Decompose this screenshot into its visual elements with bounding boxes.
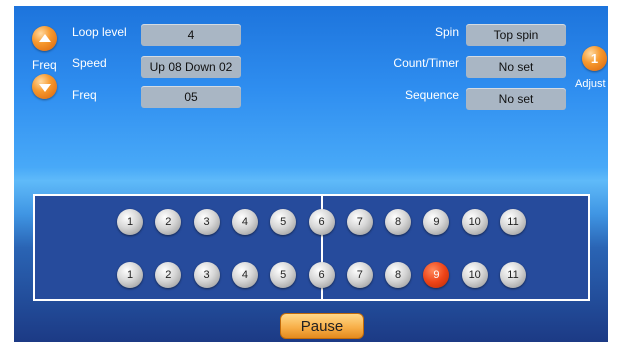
ball-position-button[interactable]: 7 xyxy=(346,262,373,288)
loop-level-label: Loop level xyxy=(72,25,127,39)
arrow-up-icon xyxy=(38,33,51,42)
adjust-button[interactable]: 1 xyxy=(582,46,607,71)
ball-position-button[interactable]: 11 xyxy=(500,262,526,288)
arrow-down-icon xyxy=(38,83,51,92)
spin-field[interactable]: Top spin xyxy=(466,24,566,46)
freq-field[interactable]: 05 xyxy=(141,86,241,108)
sequence-field[interactable]: No set xyxy=(466,88,566,110)
loop-level-field[interactable]: 4 xyxy=(141,24,241,46)
freq-up-button[interactable] xyxy=(32,26,57,51)
ball-position-button[interactable]: 4 xyxy=(231,262,258,288)
machine-control-screen: Freq Loop level 4 Speed Up 08 Down 02 Fr… xyxy=(14,6,608,342)
count-timer-field[interactable]: No set xyxy=(466,56,566,78)
ball-position-button[interactable]: 3 xyxy=(193,262,220,288)
ball-position-button[interactable]: 8 xyxy=(385,209,412,235)
ball-position-button[interactable]: 10 xyxy=(461,209,488,235)
sequence-label: Sequence xyxy=(404,88,459,102)
ball-position-button[interactable]: 3 xyxy=(193,209,220,235)
ball-position-button[interactable]: 5 xyxy=(270,262,297,288)
freq-side-label: Freq xyxy=(32,58,57,72)
ball-position-button[interactable]: 6 xyxy=(308,262,335,288)
ball-position-button[interactable]: 5 xyxy=(270,209,297,235)
freq-label: Freq xyxy=(72,88,97,102)
ball-position-button[interactable]: 10 xyxy=(461,262,488,288)
freq-down-button[interactable] xyxy=(32,74,57,99)
ball-position-button[interactable]: 1 xyxy=(117,262,143,288)
pause-button[interactable]: Pause xyxy=(280,313,364,339)
ball-position-button[interactable]: 7 xyxy=(346,209,373,235)
count-timer-label: Count/Timer xyxy=(393,56,459,70)
ball-position-button[interactable]: 6 xyxy=(308,209,335,235)
speed-field[interactable]: Up 08 Down 02 xyxy=(141,56,241,78)
ball-position-button[interactable]: 1 xyxy=(117,209,143,235)
adjust-label: Adjust xyxy=(575,78,606,90)
ball-position-button[interactable]: 11 xyxy=(500,209,526,235)
speed-label: Speed xyxy=(72,56,107,70)
ball-position-button[interactable]: 8 xyxy=(385,262,412,288)
spin-label: Spin xyxy=(434,25,459,39)
ball-position-button[interactable]: 4 xyxy=(231,209,258,235)
